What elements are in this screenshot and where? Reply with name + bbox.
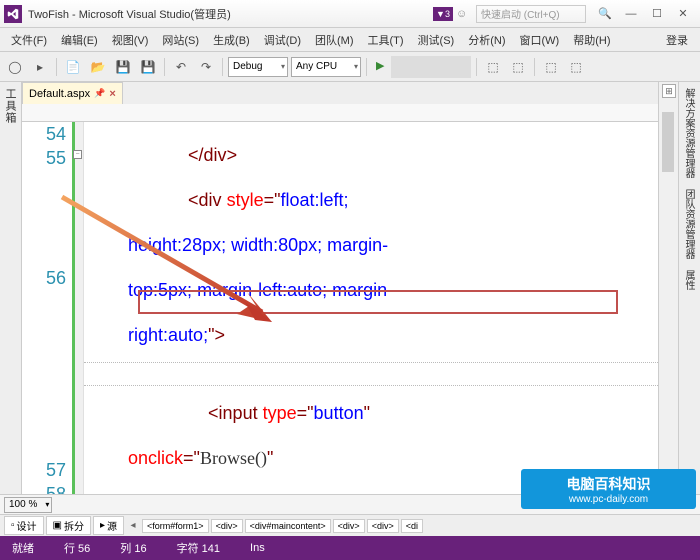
vs-logo-icon [4, 5, 22, 23]
menu-website[interactable]: 网站(S) [155, 30, 206, 50]
platform-dropdown[interactable]: Any CPU [291, 57, 361, 77]
watermark-name: 电脑百科知识 [567, 474, 651, 494]
menubar: 文件(F) 编辑(E) 视图(V) 网站(S) 生成(B) 调试(D) 团队(M… [0, 28, 700, 52]
menu-team[interactable]: 团队(M) [308, 30, 361, 50]
save-icon[interactable]: 💾 [112, 56, 134, 78]
scroll-thumb[interactable] [662, 112, 674, 172]
tb-btn-4[interactable]: ⬚ [565, 56, 587, 78]
crumb-prev[interactable]: ◂ [126, 520, 140, 531]
split-icon[interactable]: ⊞ [662, 84, 676, 98]
collapse-icon[interactable]: − [73, 150, 82, 159]
tab-label: Default.aspx [29, 88, 90, 100]
nav-fwd-icon[interactable]: ▸ [29, 56, 51, 78]
menu-tools[interactable]: 工具(T) [361, 30, 411, 50]
status-char: 字符 141 [177, 540, 220, 556]
close-button[interactable]: ✕ [670, 4, 696, 24]
toolbar: ◯ ▸ 📄 📂 💾 💾 ↶ ↷ Debug Any CPU ▶ ⬚ ⬚ ⬚ ⬚ [0, 52, 700, 82]
status-line: 行 56 [64, 540, 90, 556]
notification-badge[interactable]: ▼3 [433, 7, 453, 21]
window-title: TwoFish - Microsoft Visual Studio(管理员) [28, 6, 430, 22]
feedback-icon[interactable]: ☺ [456, 8, 470, 20]
document-tabs: Default.aspx 📌 × [22, 82, 658, 104]
status-col: 列 16 [120, 540, 146, 556]
view-source[interactable]: ▸ 源 [93, 516, 124, 535]
zoom-dropdown[interactable]: 100 % [4, 497, 52, 513]
tb-btn-1[interactable]: ⬚ [482, 56, 504, 78]
menu-test[interactable]: 测试(S) [411, 30, 462, 50]
status-ins: Ins [250, 542, 265, 554]
vertical-scrollbar[interactable]: ⊞ [658, 82, 678, 494]
nav-back-icon[interactable]: ◯ [4, 56, 26, 78]
maximize-button[interactable]: ☐ [644, 4, 670, 24]
redo-icon[interactable]: ↷ [195, 56, 217, 78]
line-gutter: 5455 56 5758 [22, 122, 72, 494]
run-icon[interactable]: ▶ [372, 59, 388, 75]
tab-default-aspx[interactable]: Default.aspx 📌 × [22, 82, 123, 104]
quicklaunch-input[interactable]: 快速启动 (Ctrl+Q) [476, 5, 586, 23]
menu-window[interactable]: 窗口(W) [513, 30, 567, 50]
menu-edit[interactable]: 编辑(E) [54, 30, 105, 50]
outline-margin[interactable]: − [72, 122, 84, 494]
search-icon[interactable]: 🔍 [592, 4, 618, 24]
titlebar: TwoFish - Microsoft Visual Studio(管理员) ▼… [0, 0, 700, 28]
undo-icon[interactable]: ↶ [170, 56, 192, 78]
pin-icon[interactable]: 📌 [94, 88, 105, 99]
crumb-4[interactable]: <div> [367, 519, 399, 533]
watermark: 电脑百科知识 www.pc-daily.com [521, 469, 696, 509]
tab-close-icon[interactable]: × [109, 88, 115, 100]
open-icon[interactable]: 📂 [87, 56, 109, 78]
browser-dropdown[interactable] [391, 56, 471, 78]
view-split[interactable]: ▣ 拆分 [46, 516, 91, 535]
code-area[interactable]: 5455 56 5758 − </div> <div style="float:… [22, 122, 658, 494]
statusbar: 就绪 行 56 列 16 字符 141 Ins [0, 536, 700, 560]
config-dropdown[interactable]: Debug [228, 57, 288, 77]
minimize-button[interactable]: — [618, 4, 644, 24]
editor: Default.aspx 📌 × 5455 56 5758 − </div> <… [22, 82, 658, 494]
menu-analyze[interactable]: 分析(N) [461, 30, 512, 50]
view-design[interactable]: ▫ 设计 [4, 516, 44, 535]
crumb-2[interactable]: <div#maincontent> [245, 519, 331, 533]
menu-view[interactable]: 视图(V) [105, 30, 156, 50]
tb-btn-3[interactable]: ⬚ [540, 56, 562, 78]
menu-help[interactable]: 帮助(H) [566, 30, 617, 50]
crumb-5[interactable]: <di [401, 519, 423, 533]
menu-file[interactable]: 文件(F) [4, 30, 54, 50]
watermark-url: www.pc-daily.com [569, 494, 648, 505]
crumb-3[interactable]: <div> [333, 519, 365, 533]
menu-debug[interactable]: 调试(D) [257, 30, 308, 50]
status-ready: 就绪 [12, 540, 34, 556]
crumb-1[interactable]: <div> [211, 519, 243, 533]
toolbox-panel-tab[interactable]: 工具箱 [0, 82, 22, 494]
crumb-0[interactable]: <form#form1> [142, 519, 209, 533]
new-icon[interactable]: 📄 [62, 56, 84, 78]
nav-dropdown-bar[interactable] [22, 104, 658, 122]
menu-build[interactable]: 生成(B) [206, 30, 257, 50]
saveall-icon[interactable]: 💾 [137, 56, 159, 78]
tb-btn-2[interactable]: ⬚ [507, 56, 529, 78]
code-text[interactable]: </div> <div style="float:left; height:28… [84, 122, 658, 494]
login-button[interactable]: 登录 [658, 30, 696, 50]
right-panel-tabs[interactable]: 解决方案资源管理器 团队资源管理器 属性 [678, 82, 700, 494]
